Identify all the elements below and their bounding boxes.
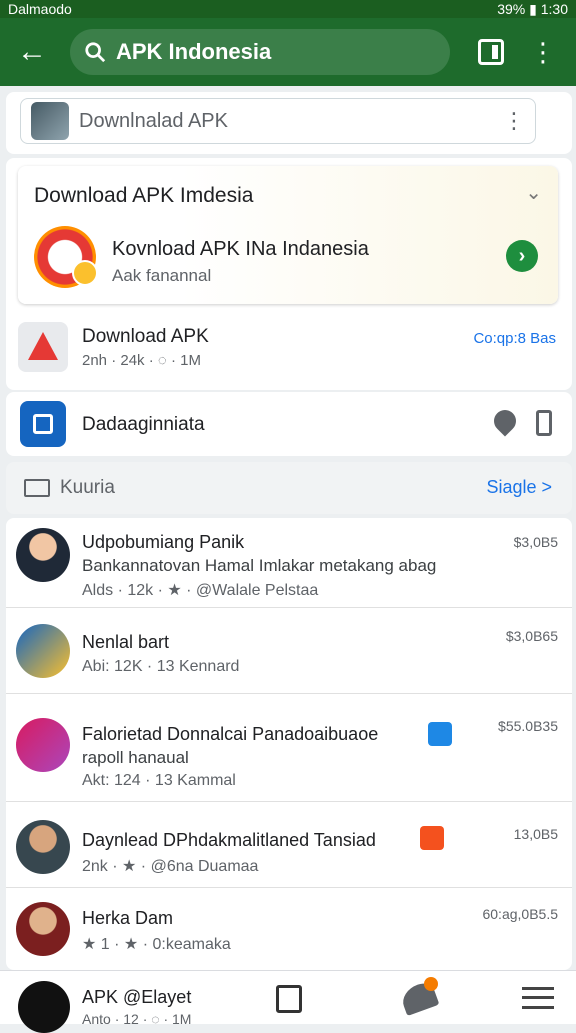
mail-icon <box>24 479 50 497</box>
square-app-icon <box>20 401 66 447</box>
featured-result[interactable]: Download APK Imdesia ⌄ Kovnload APK INa … <box>18 166 558 304</box>
app-right-label: Co:qp:8 Bas <box>473 330 556 347</box>
item-title: Herka Dam <box>82 908 174 928</box>
app-title: Download APK <box>82 326 209 347</box>
suggestion-card: Downlnalad APK ⋮ <box>6 92 572 154</box>
bookmark-icon[interactable] <box>276 985 302 1013</box>
status-right: 39% ▮ 1:30 <box>497 0 568 17</box>
category-label: Kuuria <box>60 477 115 498</box>
bottom-title: APK @Elayet <box>82 987 192 1007</box>
featured-header: Download APK Imdesia <box>34 184 254 207</box>
item-title: Nenlal bart <box>82 632 170 652</box>
app-meta: 2nh · 24k · ◌ · 1M <box>82 352 201 369</box>
item-price: 13,0B5 <box>513 826 558 842</box>
item-meta: ★ 1 · ★ · 0:keamaka <box>82 936 231 953</box>
notification-dot <box>424 977 438 991</box>
featured-title: Kovnload APK INa Indanesia <box>112 238 369 260</box>
suggestion-item[interactable]: Downlnalad APK ⋮ <box>20 98 536 144</box>
go-arrow-button[interactable]: › <box>506 240 538 272</box>
item-price: $3,0B5 <box>513 534 558 550</box>
app-bar: ← APK Indonesia ⋮ <box>0 18 576 86</box>
item-badge-icon <box>420 826 444 850</box>
item-meta: Alds · 12k · ★ · @Walale Pelstaa <box>82 582 319 599</box>
chevron-down-icon[interactable]: ⌄ <box>525 180 542 205</box>
bottom-meta: Anto · 12 · ◌ · 1M <box>82 1011 192 1027</box>
list-item[interactable]: Daynlead DPhdakmalitlaned Tansiad 2nk · … <box>6 802 572 888</box>
app-logo-icon <box>18 322 68 372</box>
results-list: Udpobumiang Panik Bankannatovan Hamal Im… <box>6 518 572 970</box>
location-pin-icon[interactable] <box>489 405 521 437</box>
avatar <box>16 718 70 772</box>
back-arrow-icon[interactable]: ← <box>12 32 52 72</box>
more-vert-icon[interactable]: ⋮ <box>530 39 556 65</box>
item-price: 60:ag,0B5.5 <box>482 906 558 922</box>
item-title: Udpobumiang Panik <box>82 532 245 552</box>
menu-icon[interactable] <box>522 987 554 1009</box>
category-action-link[interactable]: Siagle > <box>486 477 552 498</box>
d-label: Dadaaginniata <box>82 414 205 435</box>
profile-avatar[interactable] <box>18 981 70 1033</box>
avatar <box>16 624 70 678</box>
item-title: Falorietad Donnalcai Panadoaibuaoe <box>82 724 379 744</box>
item-badge-icon <box>428 722 452 746</box>
avatar <box>16 902 70 956</box>
item-title: Daynlead DPhdakmalitlaned Tansiad <box>82 830 376 850</box>
suggestion-label: Downlnalad APK <box>79 109 228 132</box>
featured-app-logo-icon <box>34 226 98 288</box>
featured-subtitle: Aak fanannal <box>112 266 212 285</box>
tabs-icon[interactable] <box>478 39 504 65</box>
item-desc: Bankannatovan Hamal Imlakar metakang aba… <box>82 556 437 575</box>
item-price: $55.0B35 <box>498 718 558 734</box>
category-bar: Kuuria Siagle > <box>6 462 572 514</box>
search-bar[interactable]: APK Indonesia <box>70 29 450 75</box>
search-query: APK Indonesia <box>116 39 272 64</box>
item-meta: 2nk · ★ · @6na Duamaa <box>82 858 259 875</box>
d-result-row[interactable]: Dadaaginniata <box>6 392 572 456</box>
status-left: Dalmaodo <box>8 1 72 17</box>
results-card: Download APK Imdesia ⌄ Kovnload APK INa … <box>6 158 572 390</box>
app-result-row[interactable]: Download APK 2nh · 24k · ◌ · 1M Co:qp:8 … <box>18 320 558 376</box>
search-icon <box>85 42 106 63</box>
avatar <box>16 820 70 874</box>
list-item[interactable]: Nenlal bart Abi: 12K · 13 Kennard $3,0B6… <box>6 608 572 694</box>
list-item[interactable]: Falorietad Donnalcai Panadoaibuaoe rapol… <box>6 694 572 802</box>
phone-icon[interactable] <box>536 410 552 436</box>
item-meta: Akt: 124 · 13 Kammal <box>82 772 236 789</box>
bottom-bar: APK @Elayet Anto · 12 · ◌ · 1M <box>0 970 576 1033</box>
item-meta: Abi: 12K · 13 Kennard <box>82 658 240 675</box>
list-item[interactable]: Udpobumiang Panik Bankannatovan Hamal Im… <box>6 518 572 608</box>
suggestion-thumbnail <box>31 102 69 140</box>
list-item[interactable]: Herka Dam ★ 1 · ★ · 0:keamaka 60:ag,0B5.… <box>6 888 572 970</box>
status-bar: Dalmaodo 39% ▮ 1:30 <box>0 0 576 18</box>
suggestion-more-icon[interactable]: ⋮ <box>503 108 525 134</box>
avatar <box>16 528 70 582</box>
item-price: $3,0B65 <box>505 628 558 644</box>
item-desc: rapoll hanaual <box>82 748 189 767</box>
